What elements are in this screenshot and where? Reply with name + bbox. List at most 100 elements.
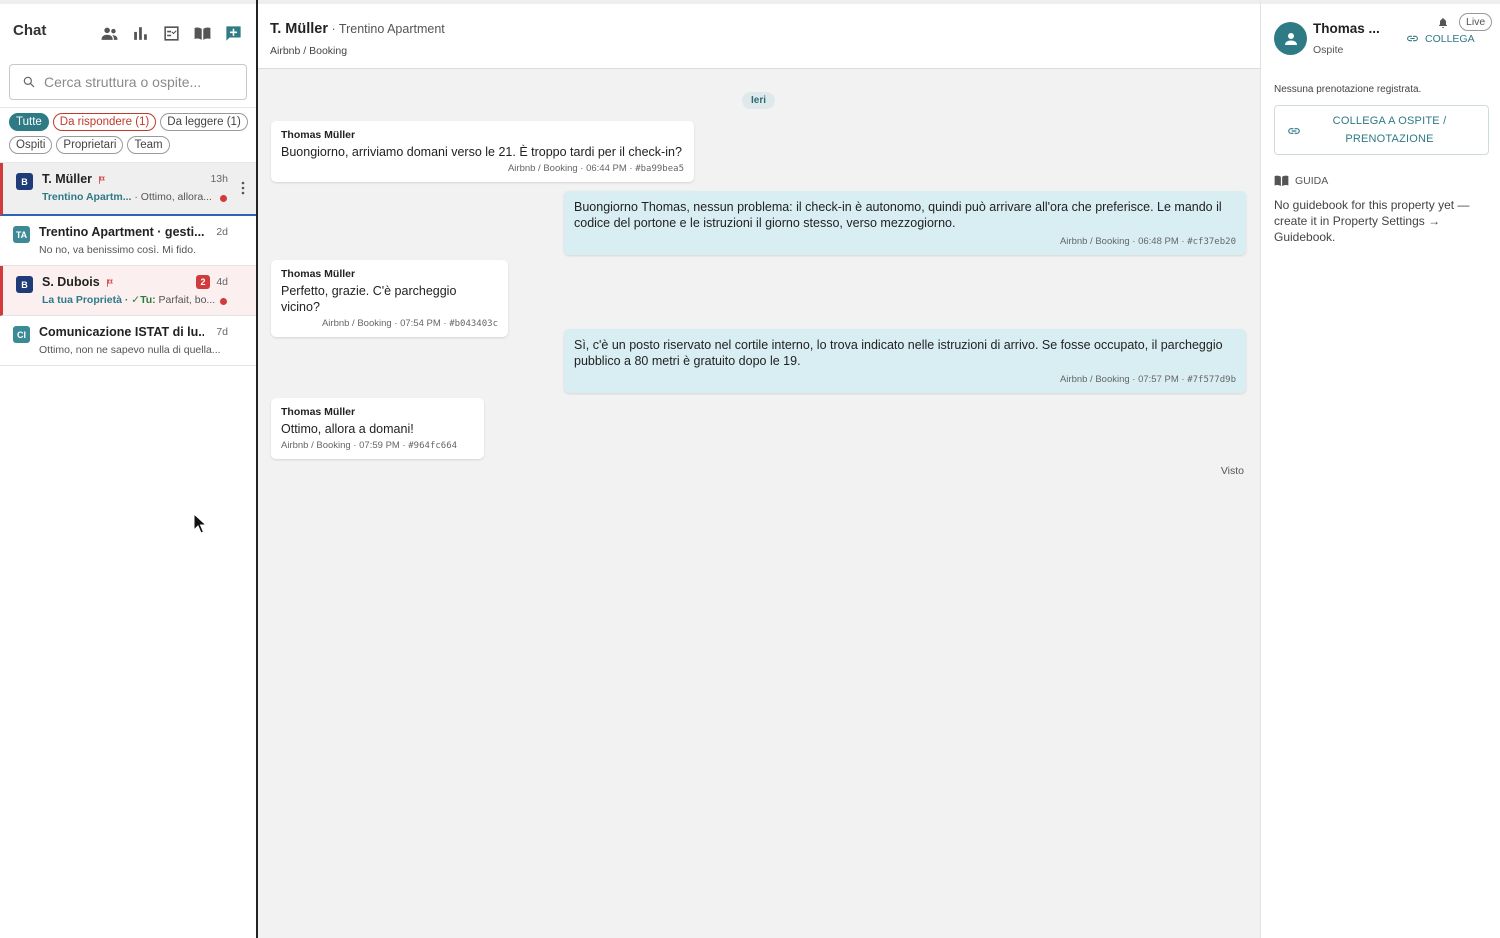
link-button[interactable]: COLLEGA [1406,32,1475,45]
bar-chart-icon[interactable] [128,23,152,43]
conversation-name: S. Dubois [42,275,115,289]
meta-text: Airbnb / Booking · 07:57 PM · [1059,374,1188,385]
message-incoming[interactable]: Thomas Müller Perfetto, grazie. C'è parc… [271,260,508,337]
message-hash: #b043403c [449,319,498,329]
preview-text: · Ottimo, allora... [131,191,212,203]
title-separator: · [328,22,339,36]
preview-text: No no, va benissimo così. Mi fido. [39,244,196,256]
guest-details-panel: Thomas ... Ospite Live COLLEGA Nessuna p… [1260,0,1500,938]
channel-avatar: CI [13,326,30,343]
message-sender: Thomas Müller [281,406,356,418]
message-meta: Airbnb / Booking · 07:54 PM · #b043403c [281,318,498,329]
day-separator: Ieri [742,92,776,109]
conversation-preview: Ottimo, non ne sapevo nulla di quella... [39,344,221,356]
thread-title: T. Müller · Trentino Apartment [270,20,445,37]
link-guest-booking-button[interactable]: COLLEGA A OSPITE / PRENOTAZIONE [1274,105,1489,155]
message-text: Ottimo, allora a domani! [281,422,414,436]
book-icon [1274,175,1289,187]
preview-text: Parfait, bo... [155,294,216,306]
more-vert-icon[interactable] [240,181,246,195]
conversation-item[interactable]: B T. Müller 13h Trentino Apartm... · Ott… [0,163,256,216]
conversation-sidebar: Chat Tutte Da rispondere (1) Da legg [0,0,258,938]
message-hash: #964fc664 [408,441,458,451]
chat-thread: T. Müller · Trentino Apartment Airbnb / … [258,0,1260,938]
conversation-name-text: T. Müller [42,172,93,186]
book-icon[interactable] [190,23,214,43]
thread-header: T. Müller · Trentino Apartment Airbnb / … [258,0,1260,69]
message-outgoing[interactable]: Sì, c'è un posto riservato nel cortile i… [564,329,1246,393]
conversation-preview: No no, va benissimo così. Mi fido. [39,244,196,256]
conversation-preview: La tua Proprietà · ✓Tu: Parfait, bo... [42,294,215,306]
message-meta: Airbnb / Booking · 07:59 PM · #964fc664 [281,440,474,451]
conversation-name-text: Comunicazione ISTAT di lu... [39,325,204,339]
message-incoming[interactable]: Thomas Müller Ottimo, allora a domani! A… [271,398,484,459]
message-meta: Airbnb / Booking · 07:57 PM · #7f577d9b [574,374,1236,385]
guest-role: Ospite [1313,44,1344,56]
conversation-time: 7d [216,326,228,338]
bell-icon[interactable] [1437,16,1449,28]
link-label: COLLEGA [1425,32,1475,45]
message-text: Buongiorno, arriviamo domani verso le 21… [281,145,682,159]
property-name: Trentino Apartm... [42,191,132,203]
message-outgoing[interactable]: Buongiorno Thomas, nessun problema: il c… [564,191,1246,255]
sidebar-title: Chat [13,22,47,39]
meta-text: Airbnb / Booking · 07:54 PM · [321,318,450,329]
conversation-list: B T. Müller 13h Trentino Apartm... · Ott… [0,162,256,366]
conversation-item[interactable]: B S. Dubois 2 4d La tua Proprietà · ✓Tu:… [0,266,256,316]
filter-to-reply[interactable]: Da rispondere (1) [52,113,157,131]
filter-all[interactable]: Tutte [9,113,49,131]
people-icon[interactable] [97,23,121,43]
search-box[interactable] [9,64,247,100]
message-incoming[interactable]: Thomas Müller Buongiorno, arriviamo doma… [271,121,694,182]
message-meta: Airbnb / Booking · 06:48 PM · #cf37eb20 [574,236,1236,247]
search-icon [23,76,35,88]
filter-guests[interactable]: Ospiti [9,136,53,154]
filter-chips: Tutte Da rispondere (1) Da leggere (1) O… [9,113,254,154]
divider [0,107,256,108]
conversation-item[interactable]: CI Comunicazione ISTAT di lu... 7d Ottim… [0,316,256,366]
conversation-preview: Trentino Apartm... · Ottimo, allora... [42,191,212,203]
filter-team[interactable]: Team [127,136,170,154]
guide-title-text: GUIDA [1295,174,1329,187]
conversation-item[interactable]: TA Trentino Apartment · gesti... 2d No n… [0,216,256,266]
no-booking-text: Nessuna prenotazione registrata. [1274,84,1422,95]
meta-text: Airbnb / Booking · 07:59 PM · [281,440,409,451]
conversation-time: 13h [210,173,228,185]
search-input[interactable] [44,74,234,90]
unread-count-badge: 2 [196,275,210,289]
meta-text: Airbnb / Booking · 06:44 PM · [507,163,636,174]
filter-owners[interactable]: Proprietari [56,136,124,154]
guide-section-title: GUIDA [1274,174,1328,187]
message-text: Buongiorno Thomas, nessun problema: il c… [574,200,1222,230]
message-sender: Thomas Müller [281,268,356,280]
guest-name: Thomas ... [1313,21,1380,36]
conversation-time: 4d [216,276,228,288]
person-icon [1284,32,1297,45]
unread-dot [220,298,227,305]
channel-avatar: B [16,276,33,293]
message-sender: Thomas Müller [281,129,356,141]
add-chat-icon[interactable] [221,23,245,43]
channel-label: Airbnb / Booking [270,45,348,57]
conversation-name-text: Trentino Apartment · gesti... [39,225,204,239]
conversation-name: T. Müller [42,172,107,186]
link-icon [1288,128,1300,134]
message-hash: #ba99bea5 [635,164,684,174]
unread-dot [220,195,227,202]
live-badge: Live [1459,13,1493,31]
conversation-name-text: S. Dubois [42,275,100,289]
message-text: Perfetto, grazie. C'è parcheggio vicino? [281,284,457,314]
sidebar-toolbar [97,23,245,43]
channel-avatar: B [16,173,33,190]
message-hash: #7f577d9b [1187,375,1236,385]
message-meta: Airbnb / Booking · 06:44 PM · #ba99bea5 [281,163,684,174]
flag-icon [97,174,107,184]
property-name: Trentino Apartment [338,22,445,36]
property-name: La tua Proprietà [42,294,122,306]
link-icon [1407,35,1418,42]
preview-text: Ottimo, non ne sapevo nulla di quella... [39,344,221,356]
filter-to-read[interactable]: Da leggere (1) [160,113,248,131]
message-hash: #cf37eb20 [1187,237,1236,247]
checklist-icon[interactable] [159,23,183,43]
guest-name: T. Müller [270,21,329,37]
